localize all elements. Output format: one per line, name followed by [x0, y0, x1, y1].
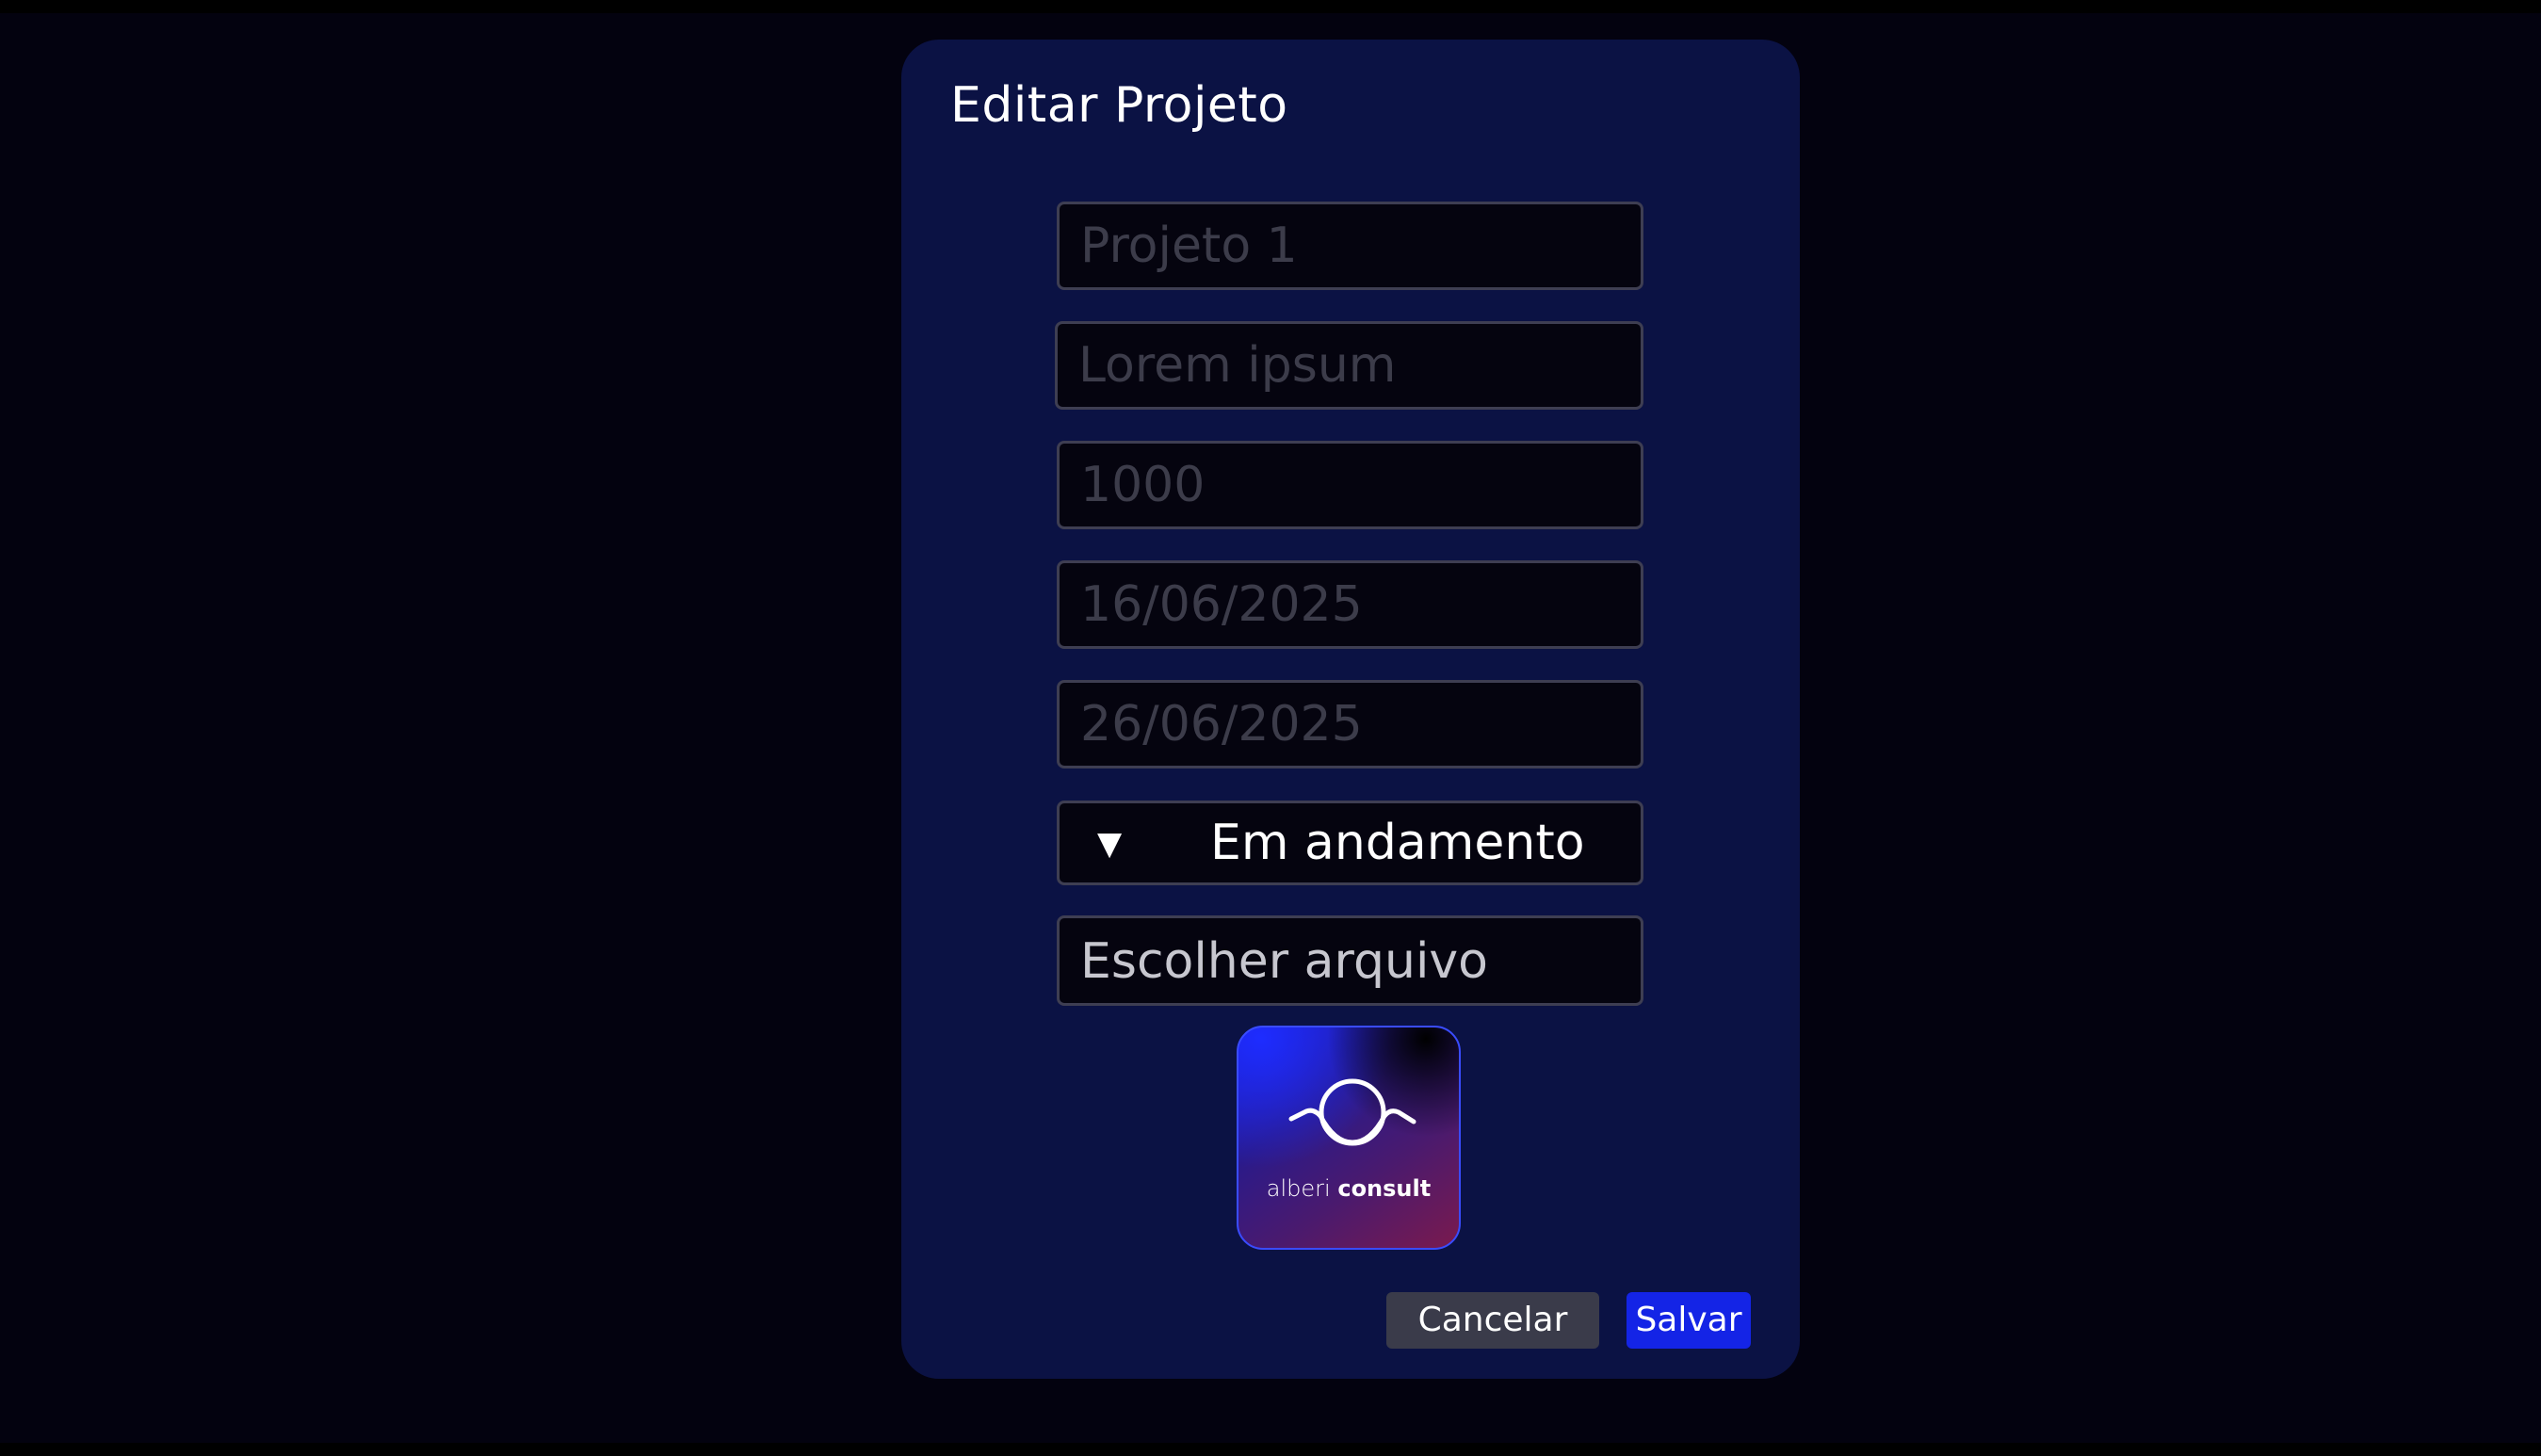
cancel-button[interactable]: Cancelar [1386, 1292, 1599, 1349]
alberi-consult-logo-icon [1288, 1078, 1416, 1146]
dropdown-arrow-icon: ▼ [1097, 825, 1123, 863]
status-selected-value: Em andamento [1210, 815, 1585, 871]
file-picker-label: Escolher arquivo [1080, 933, 1488, 990]
modal-title: Editar Projeto [950, 77, 1288, 134]
project-end-date-input[interactable] [1057, 680, 1643, 768]
project-budget-input[interactable] [1057, 441, 1643, 529]
file-picker-button[interactable]: Escolher arquivo [1057, 915, 1643, 1006]
project-start-date-input[interactable] [1057, 560, 1643, 649]
project-description-input[interactable] [1055, 321, 1643, 410]
logo-wordmark: alberi consult [1238, 1175, 1459, 1202]
status-select[interactable]: ▼ Em andamento [1057, 801, 1643, 885]
project-image-preview: alberi consult [1237, 1026, 1461, 1250]
logo-word-alberi: alberi [1266, 1175, 1331, 1202]
bottom-edge-bar [0, 1443, 2541, 1456]
logo-word-consult: consult [1337, 1175, 1432, 1202]
top-edge-bar [0, 0, 2541, 13]
project-name-input[interactable] [1057, 202, 1643, 290]
save-button[interactable]: Salvar [1627, 1292, 1751, 1349]
edit-project-modal: Editar Projeto ▼ Em andamento Escolher a… [901, 40, 1800, 1379]
